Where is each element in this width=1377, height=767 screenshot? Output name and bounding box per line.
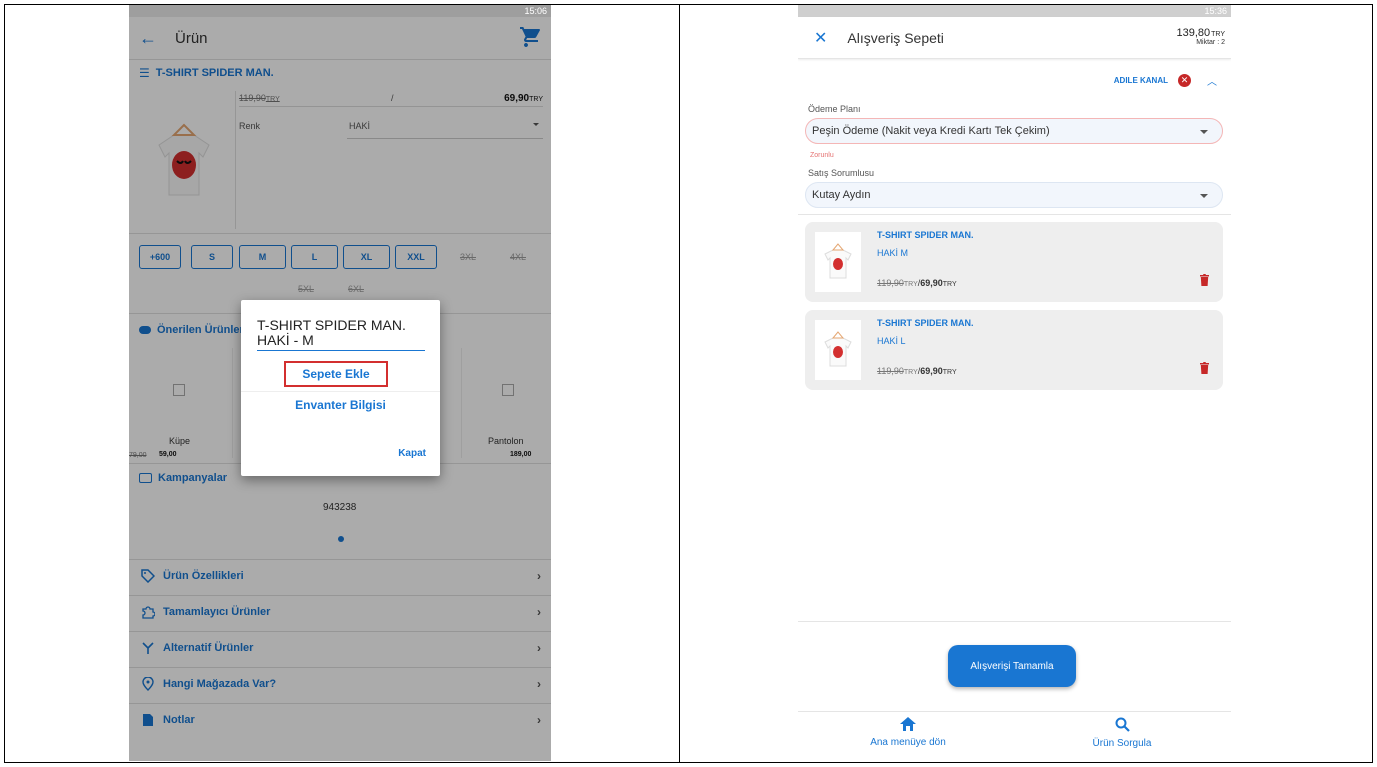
- cart-item-variant: HAKİ M: [877, 248, 909, 258]
- close-dialog-button[interactable]: Kapat: [398, 448, 426, 459]
- nav-product-search[interactable]: Ürün Sorgula: [1062, 717, 1182, 749]
- cart-quantity: Miktar : 2: [1196, 39, 1225, 46]
- dropdown-arrow-icon: [1200, 130, 1208, 134]
- cart-item-name: T-SHIRT SPIDER MAN.: [877, 230, 974, 240]
- inventory-info-button[interactable]: Envanter Bilgisi: [241, 398, 440, 412]
- remove-channel-icon[interactable]: ✕: [1178, 74, 1191, 87]
- delete-icon[interactable]: [1200, 274, 1209, 286]
- search-icon: [1115, 717, 1130, 732]
- app-bar: ✕ Alışveriş Sepeti 139,80TRY Miktar : 2: [798, 17, 1231, 59]
- cart-item-price: 119,90TRY/69,90TRY: [877, 278, 957, 288]
- chevron-up-icon[interactable]: ︿: [1207, 73, 1217, 88]
- channel-label: ADILE KANAL: [1113, 76, 1168, 85]
- dropdown-arrow-icon: [1200, 194, 1208, 198]
- home-icon: [900, 717, 916, 731]
- close-icon[interactable]: ✕: [814, 28, 827, 48]
- cart-item[interactable]: T-SHIRT SPIDER MAN. HAKİ L 119,90TRY/69,…: [805, 310, 1223, 390]
- cart-item[interactable]: T-SHIRT SPIDER MAN. HAKİ M 119,90TRY/69,…: [805, 222, 1223, 302]
- product-thumbnail: [815, 320, 861, 380]
- payment-plan-label: Ödeme Planı: [808, 104, 861, 114]
- cart-item-name: T-SHIRT SPIDER MAN.: [877, 318, 974, 328]
- sales-rep-label: Satış Sorumlusu: [808, 168, 875, 178]
- status-bar: 15:06: [129, 5, 551, 17]
- panel-divider: [679, 4, 680, 763]
- complete-purchase-button[interactable]: Alışverişi Tamamla: [948, 645, 1076, 687]
- delete-icon[interactable]: [1200, 362, 1209, 374]
- add-to-cart-button[interactable]: Sepete Ekle: [284, 361, 388, 387]
- dialog-title: T-SHIRT SPIDER MAN. HAKİ - M: [257, 318, 425, 351]
- cart-summary: 139,80TRY Miktar : 2: [1176, 27, 1225, 46]
- sales-rep-select[interactable]: Kutay Aydın: [805, 182, 1223, 208]
- nav-home[interactable]: Ana menüye dön: [848, 717, 968, 748]
- product-thumbnail: [815, 232, 861, 292]
- cart-item-price: 119,90TRY/69,90TRY: [877, 366, 957, 376]
- status-time: 15:36: [1204, 6, 1227, 16]
- status-time: 15:06: [524, 6, 547, 16]
- cart-screen: 15:36 ✕ Alışveriş Sepeti 139,80TRY Mikta…: [798, 5, 1231, 761]
- cart-item-variant: HAKİ L: [877, 336, 906, 346]
- status-bar: 15:36: [798, 5, 1231, 17]
- cart-total: 139,80: [1176, 27, 1211, 39]
- required-hint: Zorunlu: [810, 152, 834, 159]
- product-screen: 15:06 ← Ürün ☰ T-SHIRT SPIDER MAN. 119,9…: [129, 5, 551, 761]
- app-title: Alışveriş Sepeti: [847, 29, 944, 46]
- channel-row: ADILE KANAL ✕ ︿: [1114, 73, 1217, 88]
- payment-plan-select[interactable]: Peşin Ödeme (Nakit veya Kredi Kartı Tek …: [805, 118, 1223, 144]
- add-to-cart-dialog: T-SHIRT SPIDER MAN. HAKİ - M Sepete Ekle…: [241, 300, 440, 476]
